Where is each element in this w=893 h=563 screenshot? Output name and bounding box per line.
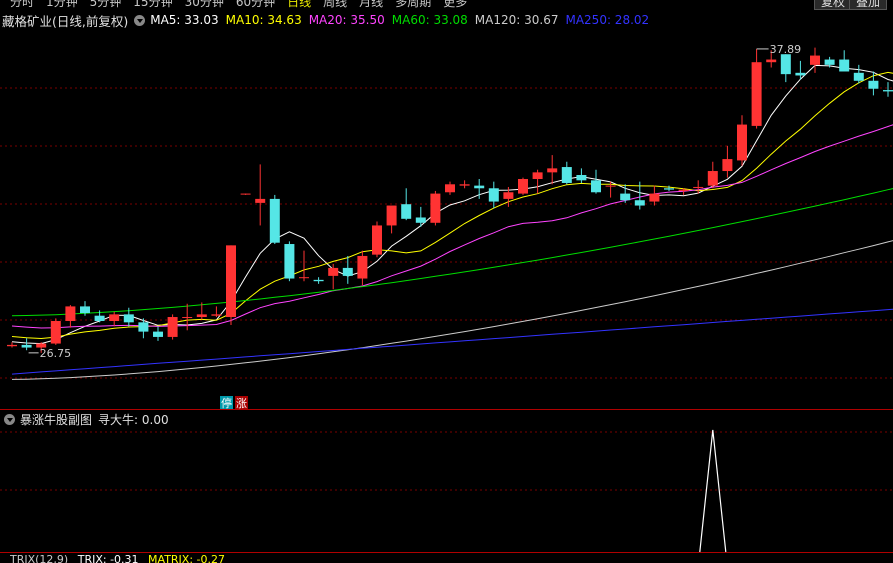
candle-up <box>693 186 704 188</box>
limit-badge-text: 停 <box>221 396 232 410</box>
ma60-line <box>11 188 893 317</box>
candle-up <box>226 245 236 318</box>
sub-chart-header: 暴涨牛股副图 寻大牛: 0.00 <box>2 410 169 428</box>
candle-down <box>868 80 879 89</box>
chevron-down-icon[interactable] <box>4 413 15 425</box>
candle-up <box>547 168 558 173</box>
sub-chart-spike <box>699 429 727 553</box>
candle-up <box>386 205 397 226</box>
candle-up <box>109 314 120 322</box>
candle-up <box>678 189 689 191</box>
candle-down <box>284 244 295 279</box>
candle-down <box>415 217 426 223</box>
candle-up <box>722 159 733 172</box>
candle-down <box>401 204 412 219</box>
candle-down <box>824 59 835 65</box>
limit-badge-text: 涨 <box>236 397 247 410</box>
candle-down <box>853 72 864 81</box>
kline-chart[interactable]: 37.89 26.75 停涨 <box>0 0 893 561</box>
ma20-line <box>11 124 893 329</box>
candle-down <box>313 279 324 282</box>
candle-down <box>488 188 499 202</box>
candle-down <box>342 267 353 276</box>
candle-down <box>591 180 601 193</box>
candle-down <box>269 198 280 243</box>
candle-up <box>328 267 339 276</box>
candle-up <box>182 317 193 319</box>
candle-down <box>474 185 485 189</box>
candle-up <box>196 314 207 318</box>
candle-down <box>620 193 631 201</box>
candle-up <box>255 198 266 203</box>
candle-up <box>299 277 309 279</box>
sub-chart-title: 暴涨牛股副图 <box>20 412 93 427</box>
high-price-label: 37.89 <box>770 43 802 56</box>
candle-up <box>810 55 820 65</box>
candle-up <box>211 314 222 316</box>
candle-up <box>50 321 61 344</box>
candle-down <box>21 344 32 348</box>
matrix-value: MATRIX: -0.27 <box>148 553 225 563</box>
candle-down <box>123 314 134 323</box>
candle-up <box>532 172 543 179</box>
candle-up <box>357 255 368 279</box>
ma120-line <box>11 240 893 380</box>
low-price-label: 26.75 <box>40 347 72 360</box>
trix-label: TRIX(12,9) <box>10 553 69 563</box>
candle-down <box>664 188 674 190</box>
candle-down <box>795 72 806 76</box>
candle-up <box>649 193 660 202</box>
ma250-line <box>11 308 893 375</box>
sub-chart-indicator: 寻大牛: 0.00 <box>98 412 169 427</box>
candle-down <box>883 90 893 92</box>
candle-down <box>634 200 645 206</box>
candle-up <box>518 178 528 194</box>
candle-down <box>153 331 163 337</box>
trix-header: TRIX(12,9) TRIX: -0.31 MATRIX: -0.27 <box>10 553 225 563</box>
candle-up <box>7 344 17 347</box>
trix-value: TRIX: -0.31 <box>77 553 139 563</box>
candle-up <box>751 62 762 126</box>
candle-up <box>503 192 514 199</box>
candle-down <box>138 322 149 332</box>
candle-up <box>65 306 76 322</box>
candle-down <box>839 59 850 72</box>
candle-up <box>707 171 718 186</box>
candle-down <box>576 175 587 181</box>
candle-up <box>605 185 616 187</box>
candle-up <box>766 59 777 63</box>
candle-up <box>430 193 441 223</box>
candle-up <box>737 124 747 161</box>
candle-up <box>372 225 382 255</box>
candle-down <box>561 167 572 183</box>
candle-down <box>94 315 105 322</box>
candle-down <box>780 54 791 75</box>
candle-down <box>80 306 90 314</box>
candle-up <box>445 184 455 193</box>
candle-up <box>167 317 178 337</box>
candle-up <box>240 193 251 195</box>
candle-up <box>459 184 470 186</box>
